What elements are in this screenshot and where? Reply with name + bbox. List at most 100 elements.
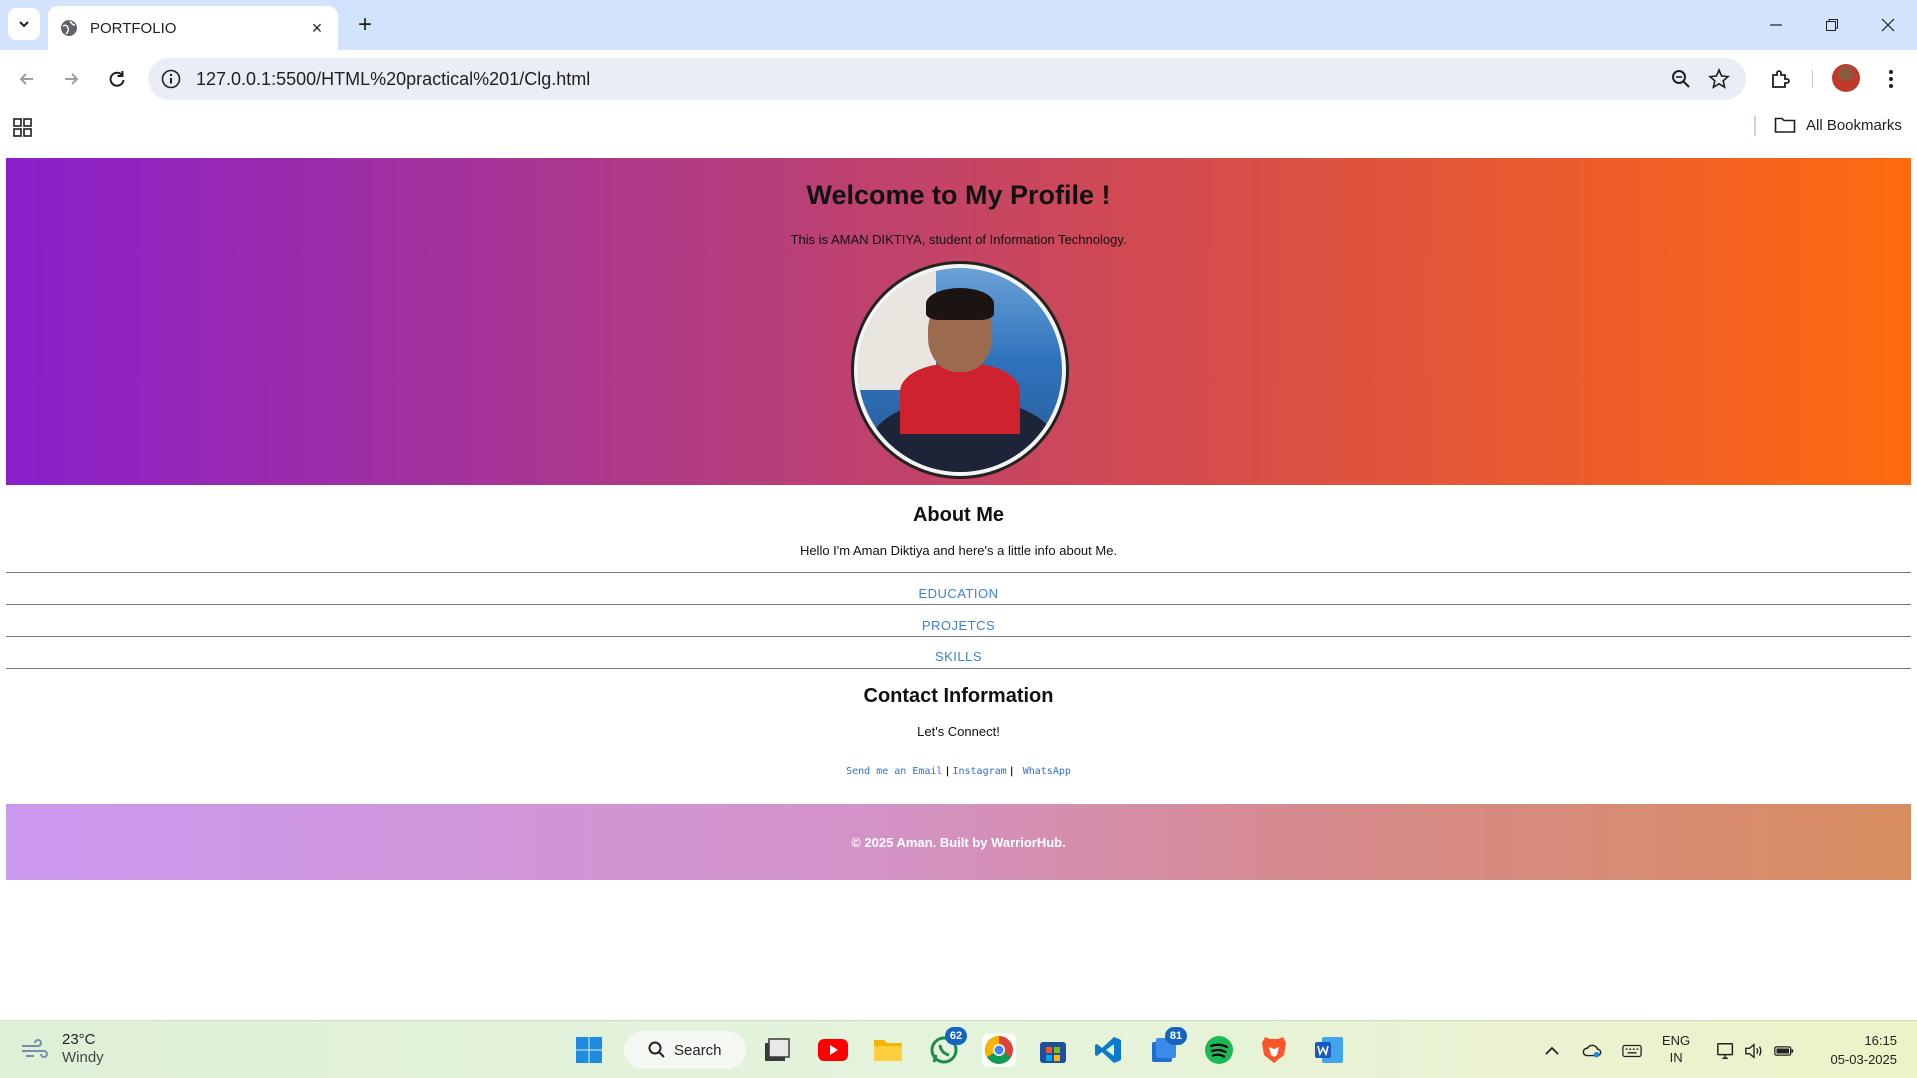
apps-grid-icon[interactable] [12, 116, 34, 138]
all-bookmarks-label: All Bookmarks [1806, 116, 1902, 134]
profile-photo [851, 261, 1069, 479]
word-icon [1315, 1037, 1343, 1063]
show-hidden-icons[interactable] [1542, 1041, 1562, 1061]
whatsapp-app[interactable]: 62 [927, 1027, 967, 1067]
page-footer: © 2025 Aman. Built by WarriorHub. [6, 804, 1911, 880]
browser-tab[interactable]: PORTFOLIO × [48, 6, 338, 50]
contact-text: Let's Connect! [917, 724, 1000, 739]
keyboard-tray[interactable] [1622, 1041, 1642, 1061]
task-view-button[interactable] [760, 1033, 794, 1067]
toolbar-divider [1812, 70, 1813, 88]
youtube-app[interactable] [816, 1033, 850, 1067]
start-button[interactable] [572, 1033, 606, 1067]
nav-divider [6, 572, 1911, 573]
nav-link-projects[interactable]: PROJETCS [0, 618, 1917, 633]
tab-strip: PORTFOLIO × + [0, 0, 1917, 50]
brave-app[interactable] [1257, 1033, 1291, 1067]
battery-icon [1774, 1046, 1794, 1056]
spotify-icon [1205, 1036, 1233, 1064]
file-explorer-app[interactable] [871, 1033, 905, 1067]
tab-search-button[interactable] [8, 8, 40, 40]
vscode-app[interactable] [1091, 1033, 1125, 1067]
back-button[interactable] [12, 64, 42, 94]
volume-tray[interactable] [1744, 1041, 1764, 1061]
brave-icon [1262, 1037, 1286, 1063]
weather-widget[interactable]: 23°C Windy [20, 1031, 104, 1067]
bookmarks-divider [1754, 116, 1756, 136]
taskbar: 23°C Windy Search 62 81 ENG IN 16:15 05-… [0, 1020, 1917, 1078]
social-links: Send me an Email | Instagram | WhatsApp [0, 766, 1917, 777]
clock-date: 05-03-2025 [1830, 1052, 1898, 1067]
nav-link-education[interactable]: EDUCATION [0, 586, 1917, 601]
footer-text: © 2025 Aman. Built by WarriorHub. [851, 834, 1066, 850]
chrome-app[interactable] [982, 1033, 1016, 1067]
speaker-icon [1745, 1043, 1762, 1059]
bookmark-star-icon[interactable] [1708, 68, 1730, 90]
reload-button[interactable] [102, 64, 132, 94]
language-line1: ENG [1662, 1033, 1691, 1048]
profile-avatar[interactable] [1832, 64, 1860, 92]
arrow-right-icon [65, 73, 79, 85]
kebab-menu-icon [1889, 70, 1893, 88]
link-separator: | [1008, 766, 1015, 777]
onedrive-tray[interactable] [1582, 1041, 1602, 1061]
chevron-up-icon [1545, 1046, 1559, 1055]
hero-subtitle: This is AMAN DIKTIYA, student of Informa… [790, 232, 1127, 247]
minimize-icon [1770, 24, 1782, 26]
weather-temp: 23°C [62, 1031, 96, 1048]
battery-tray[interactable] [1774, 1041, 1794, 1061]
store-icon [1040, 1042, 1066, 1063]
restore-button[interactable] [1804, 0, 1860, 50]
tab-title: PORTFOLIO [90, 19, 177, 37]
about-text: Hello I'm Aman Diktiya and here's a litt… [799, 543, 1118, 558]
windows-icon [576, 1037, 602, 1063]
menu-button[interactable] [1876, 64, 1906, 94]
link-separator: | [944, 766, 951, 777]
whatsapp-badge: 62 [945, 1027, 967, 1045]
address-url[interactable]: 127.0.0.1:5500/HTML%20practical%201/Clg.… [196, 69, 590, 90]
language-line2: IN [1669, 1050, 1683, 1065]
vscode-icon [1095, 1037, 1121, 1063]
puzzle-icon [1772, 70, 1790, 88]
nav-link-skills[interactable]: SKILLS [0, 649, 1917, 664]
word-app[interactable] [1312, 1033, 1346, 1067]
store-app[interactable] [1036, 1033, 1070, 1067]
folder-icon [874, 1040, 902, 1061]
close-icon [1881, 18, 1895, 32]
monitor-icon [1717, 1043, 1734, 1059]
address-bar[interactable]: 127.0.0.1:5500/HTML%20practical%201/Clg.… [148, 58, 1746, 100]
task-view-icon [765, 1038, 790, 1061]
minimize-button[interactable] [1748, 0, 1804, 50]
new-tab-button[interactable]: + [350, 10, 380, 40]
nav-divider [6, 668, 1911, 669]
all-bookmarks-button[interactable]: All Bookmarks [1774, 116, 1902, 134]
wind-icon [22, 1039, 48, 1058]
extensions-button[interactable] [1765, 64, 1795, 94]
taskbar-search-label: Search [674, 1041, 722, 1059]
email-link[interactable]: Send me an Email [846, 766, 942, 777]
hero-section: Welcome to My Profile ! This is AMAN DIK… [6, 158, 1911, 485]
chrome-icon [985, 1036, 1013, 1064]
profile-photo-image [858, 268, 1062, 472]
forward-button[interactable] [56, 64, 86, 94]
todo-badge: 81 [1165, 1027, 1187, 1045]
search-icon [648, 1041, 665, 1058]
zoom-icon[interactable] [1670, 68, 1692, 90]
bookmarks-bar: All Bookmarks [0, 108, 1917, 144]
arrow-left-icon [19, 73, 33, 85]
taskbar-search[interactable]: Search [624, 1031, 746, 1069]
whatsapp-link[interactable]: WhatsApp [1023, 766, 1071, 777]
language-indicator[interactable]: ENG IN [1662, 1032, 1690, 1066]
system-clock[interactable]: 16:15 05-03-2025 [1831, 1031, 1898, 1069]
display-tray[interactable] [1716, 1041, 1736, 1061]
close-window-button[interactable] [1860, 0, 1916, 50]
folder-icon [1774, 117, 1796, 133]
info-icon[interactable] [160, 68, 182, 90]
reload-icon [109, 71, 125, 87]
youtube-icon [818, 1039, 848, 1061]
todo-app[interactable]: 81 [1147, 1027, 1187, 1067]
spotify-app[interactable] [1202, 1033, 1236, 1067]
restore-icon [1826, 19, 1838, 31]
instagram-link[interactable]: Instagram [952, 766, 1006, 777]
tab-close-icon[interactable]: × [308, 18, 326, 38]
